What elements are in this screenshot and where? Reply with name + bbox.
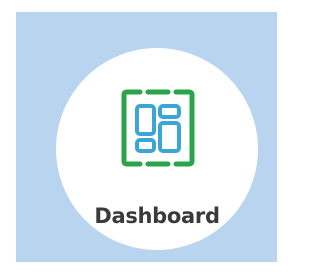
icon-panel (135, 138, 156, 153)
dashboard-icon (121, 89, 195, 167)
screen: Dashboard (0, 0, 277, 275)
background-panel: Dashboard (16, 12, 277, 262)
icon-panel (158, 121, 181, 153)
dashboard-label: Dashboard (94, 204, 220, 228)
dashboard-tile[interactable]: Dashboard (56, 48, 258, 250)
icon-panel (135, 104, 156, 136)
icon-panel (158, 104, 181, 119)
